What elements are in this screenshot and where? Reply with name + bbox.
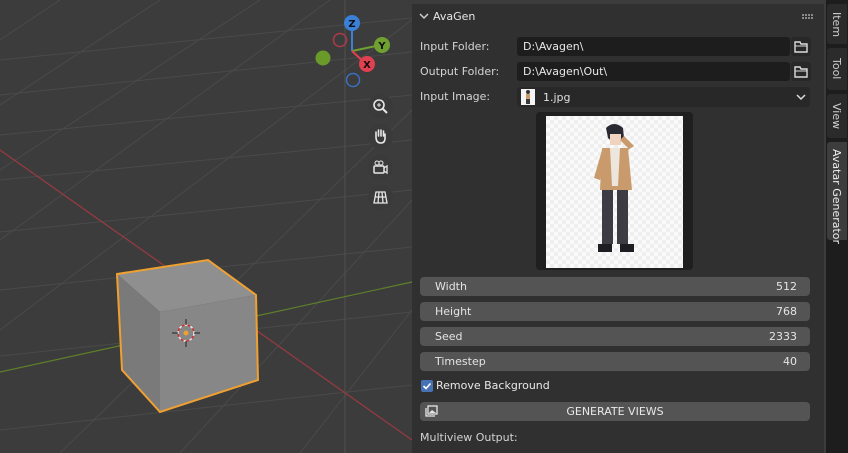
folder-icon xyxy=(794,41,808,53)
height-field[interactable]: Height 768 xyxy=(420,302,810,321)
width-label: Width xyxy=(435,280,467,293)
tab-avatar-generator[interactable]: Avatar Generator xyxy=(827,142,847,244)
origin-dot xyxy=(183,330,189,336)
timestep-field[interactable]: Timestep 40 xyxy=(420,352,810,371)
gizmo-y-label: Y xyxy=(377,41,386,52)
default-cube[interactable] xyxy=(115,258,260,414)
chevron-down-icon[interactable] xyxy=(418,10,430,22)
input-folder-label: Input Folder: xyxy=(420,40,490,53)
width-value: 512 xyxy=(776,280,797,293)
gizmo-x-label: X xyxy=(363,60,371,71)
ortho-toggle-button[interactable] xyxy=(368,185,393,210)
panel-header[interactable]: AvaGen xyxy=(412,4,824,30)
character-image xyxy=(546,116,683,268)
seed-field[interactable]: Seed 2333 xyxy=(420,327,810,346)
remove-background-label[interactable]: Remove Background xyxy=(436,379,550,392)
avagen-panel: AvaGen Input Folder: D:\Avagen\ Output F… xyxy=(412,4,824,453)
height-label: Height xyxy=(435,305,472,318)
multiview-output-label: Multiview Output: xyxy=(420,431,518,444)
navigation-gizmo[interactable]: Z Y X xyxy=(315,15,391,88)
timestep-label: Timestep xyxy=(435,355,486,368)
width-field[interactable]: Width 512 xyxy=(420,277,810,296)
image-preview xyxy=(546,116,683,268)
camera-view-button[interactable] xyxy=(368,155,393,180)
grid-ortho-icon xyxy=(373,191,388,204)
drag-grip-icon[interactable] xyxy=(802,12,814,22)
tab-tool-label: Tool xyxy=(830,58,843,80)
input-image-label: Input Image: xyxy=(420,90,491,103)
tab-tool[interactable]: Tool xyxy=(827,48,847,90)
chevron-down-icon xyxy=(796,94,806,101)
gizmo-z-label: Z xyxy=(348,19,355,30)
panel-title: AvaGen xyxy=(433,10,476,23)
seed-value: 2333 xyxy=(769,330,797,343)
input-image-select[interactable]: 1.jpg xyxy=(517,87,810,107)
output-folder-field[interactable]: D:\Avagen\Out\ xyxy=(517,62,790,81)
zoom-icon xyxy=(373,99,388,114)
generate-views-label: GENERATE VIEWS xyxy=(566,405,664,418)
pan-button[interactable] xyxy=(368,124,393,149)
sidebar-tabs: Item Tool View Avatar Generator xyxy=(826,0,848,453)
input-image-value: 1.jpg xyxy=(543,91,571,104)
generate-views-button[interactable]: GENERATE VIEWS xyxy=(420,402,810,421)
camera-icon xyxy=(373,160,388,175)
remove-background-checkbox[interactable] xyxy=(421,380,433,392)
tab-view[interactable]: View xyxy=(827,94,847,138)
seed-label: Seed xyxy=(435,330,463,343)
folder-icon xyxy=(794,66,808,78)
tab-avatar-generator-label: Avatar Generator xyxy=(830,149,843,245)
tab-item[interactable]: Item xyxy=(827,4,847,44)
height-value: 768 xyxy=(776,305,797,318)
tab-view-label: View xyxy=(830,103,843,130)
hand-pan-icon xyxy=(375,129,386,144)
output-folder-value: D:\Avagen\Out\ xyxy=(523,65,608,78)
image-thumbnail xyxy=(521,89,535,105)
output-folder-label: Output Folder: xyxy=(420,65,500,78)
checkmark-icon xyxy=(422,382,432,390)
tab-item-label: Item xyxy=(830,12,843,38)
input-folder-field[interactable]: D:\Avagen\ xyxy=(517,37,790,56)
input-folder-value: D:\Avagen\ xyxy=(523,40,584,53)
output-folder-browse-button[interactable] xyxy=(791,62,811,81)
zoom-button[interactable] xyxy=(368,94,393,119)
timestep-value: 40 xyxy=(783,355,797,368)
input-folder-browse-button[interactable] xyxy=(791,37,811,56)
